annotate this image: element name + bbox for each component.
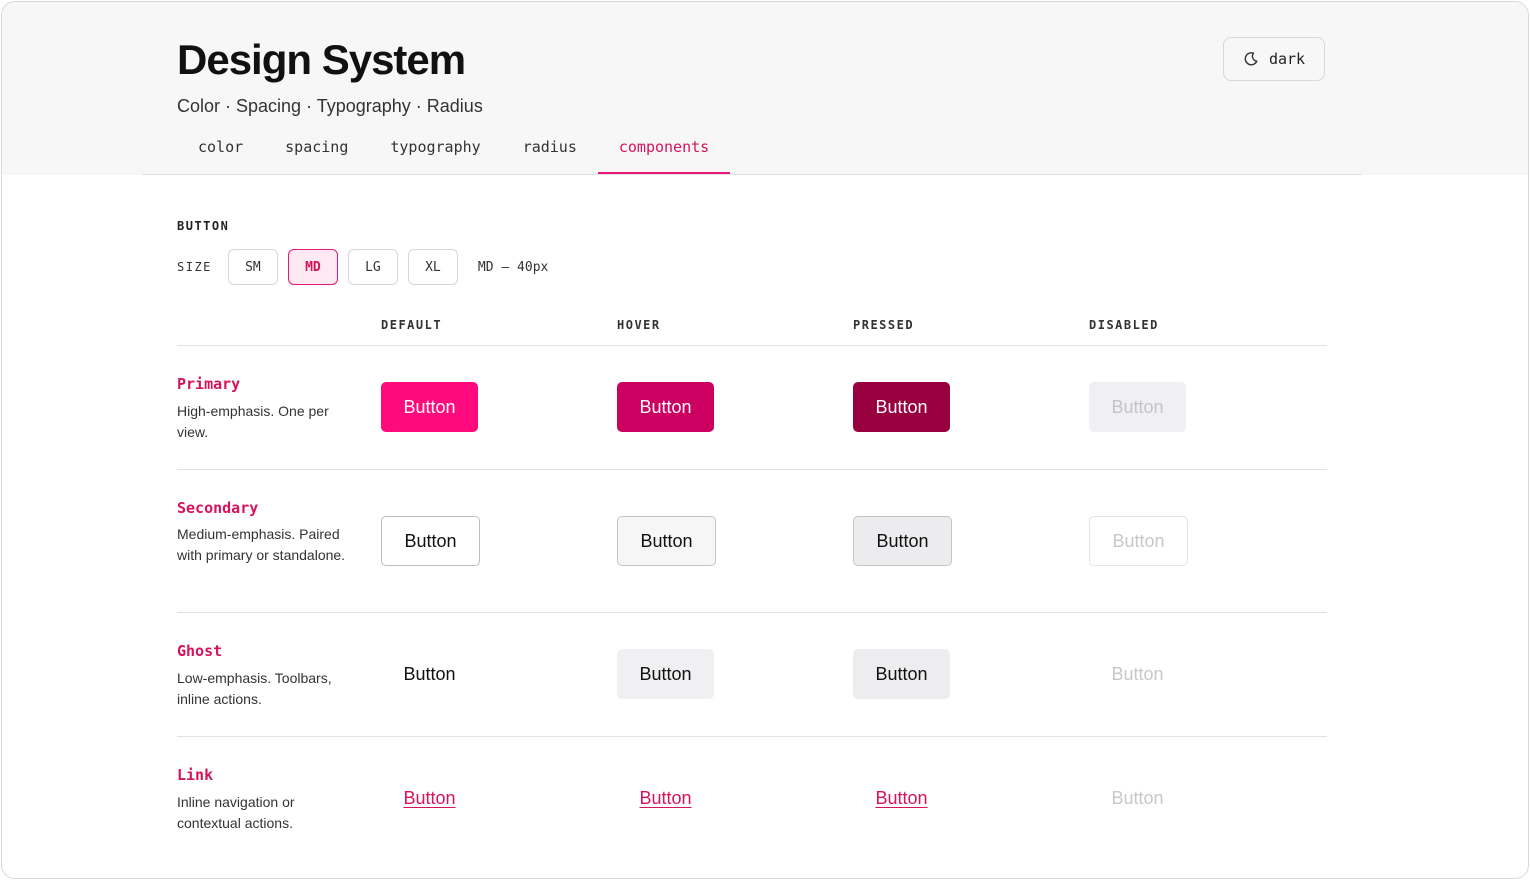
link-default-button[interactable]: Button [381, 773, 478, 823]
dark-mode-label: dark [1268, 50, 1306, 68]
secondary-hover-button[interactable]: Button [617, 516, 716, 566]
table-row-link: Link Inline navigation or contextual act… [177, 737, 1327, 860]
button-states-table: DEFAULT HOVER PRESSED DISABLED Primary H… [177, 307, 1327, 860]
column-header-hover: HOVER [617, 318, 661, 332]
primary-disabled-button: Button [1089, 382, 1186, 432]
column-header-default: DEFAULT [381, 318, 443, 332]
variant-description: Medium-emphasis. Paired with primary or … [177, 526, 346, 563]
size-sm-button[interactable]: SM [227, 249, 278, 285]
primary-hover-button[interactable]: Button [617, 382, 714, 432]
ghost-hover-button[interactable]: Button [617, 649, 714, 699]
size-readout: MD — 40px [477, 259, 549, 275]
tab-typography[interactable]: typography [369, 128, 501, 175]
secondary-default-button[interactable]: Button [381, 516, 480, 566]
header-divider [142, 174, 1362, 175]
tab-radius[interactable]: radius [502, 128, 598, 175]
tab-bar: color spacing typography radius componen… [177, 128, 731, 175]
secondary-pressed-button[interactable]: Button [853, 516, 952, 566]
table-row-primary: Primary High-emphasis. One per view. But… [177, 346, 1327, 470]
tab-color[interactable]: color [177, 128, 264, 175]
table-header: DEFAULT HOVER PRESSED DISABLED [177, 307, 1327, 346]
app-window: Design System Color · Spacing · Typograp… [1, 1, 1529, 879]
size-lg-button[interactable]: LG [347, 249, 398, 285]
variant-name: Ghost [177, 642, 223, 660]
dark-mode-toggle[interactable]: dark [1223, 37, 1325, 81]
tab-components[interactable]: components [597, 128, 731, 175]
ghost-default-button[interactable]: Button [381, 649, 478, 699]
column-header-pressed: PRESSED [853, 318, 915, 332]
page-header: Design System Color · Spacing · Typograp… [2, 2, 1528, 175]
variant-name: Primary [177, 375, 241, 393]
column-header-disabled: DISABLED [1089, 318, 1159, 332]
secondary-disabled-button: Button [1089, 516, 1188, 566]
ghost-pressed-button[interactable]: Button [853, 649, 950, 699]
variant-name: Secondary [177, 499, 259, 517]
page-title: Design System [177, 36, 466, 83]
link-hover-button[interactable]: Button [617, 773, 714, 823]
variant-description: Low-emphasis. Toolbars, inline actions. [177, 670, 332, 707]
primary-pressed-button[interactable]: Button [853, 382, 950, 432]
table-row-ghost: Ghost Low-emphasis. Toolbars, inline act… [177, 613, 1327, 737]
tab-spacing[interactable]: spacing [264, 128, 369, 175]
size-label: SIZE [177, 260, 212, 274]
table-row-secondary: Secondary Medium-emphasis. Paired with p… [177, 470, 1327, 613]
ghost-disabled-button: Button [1111, 663, 1164, 684]
link-pressed-button[interactable]: Button [853, 773, 950, 823]
variant-name: Link [177, 766, 214, 784]
size-selector: SIZE SM MD LG XL MD — 40px [177, 249, 548, 285]
section-title: BUTTON [177, 219, 230, 233]
size-xl-button[interactable]: XL [407, 249, 458, 285]
moon-icon [1244, 52, 1258, 66]
variant-description: Inline navigation or contextual actions. [177, 794, 295, 831]
variant-description: High-emphasis. One per view. [177, 403, 329, 440]
page-subtitle: Color · Spacing · Typography · Radius [177, 96, 483, 116]
primary-default-button[interactable]: Button [381, 382, 478, 432]
size-md-button[interactable]: MD [287, 249, 338, 285]
link-disabled-button: Button [1111, 787, 1164, 808]
